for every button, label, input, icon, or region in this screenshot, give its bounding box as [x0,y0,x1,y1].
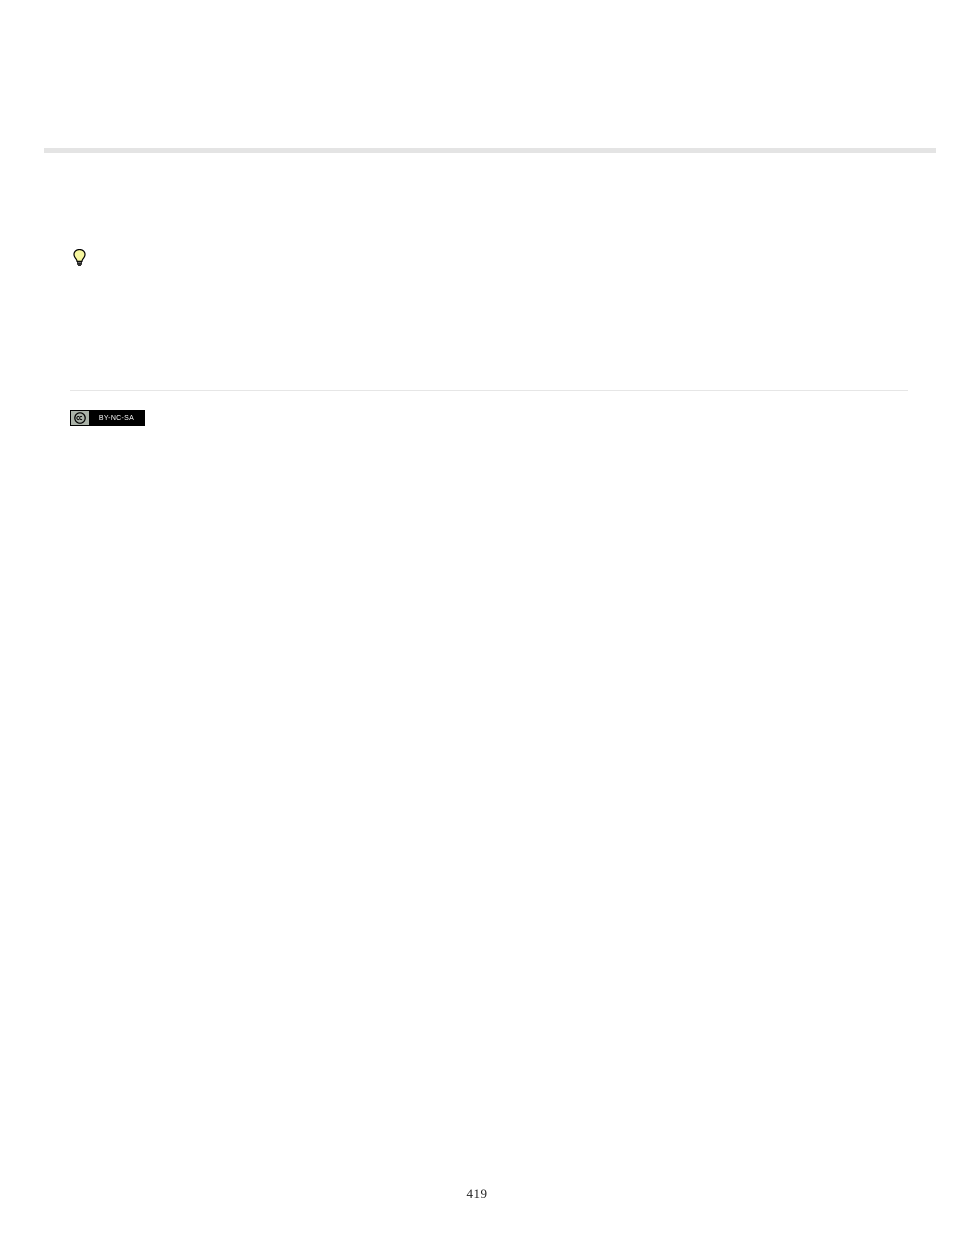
cc-license-badge: BY-NC-SA [70,410,145,426]
lightbulb-icon [73,249,86,266]
cc-logo-icon [71,411,89,425]
section-divider [44,148,936,153]
cc-license-text: BY-NC-SA [89,411,144,425]
document-page: BY-NC-SA 419 [0,0,954,1235]
footer-divider [70,390,908,391]
page-number: 419 [0,1186,954,1202]
